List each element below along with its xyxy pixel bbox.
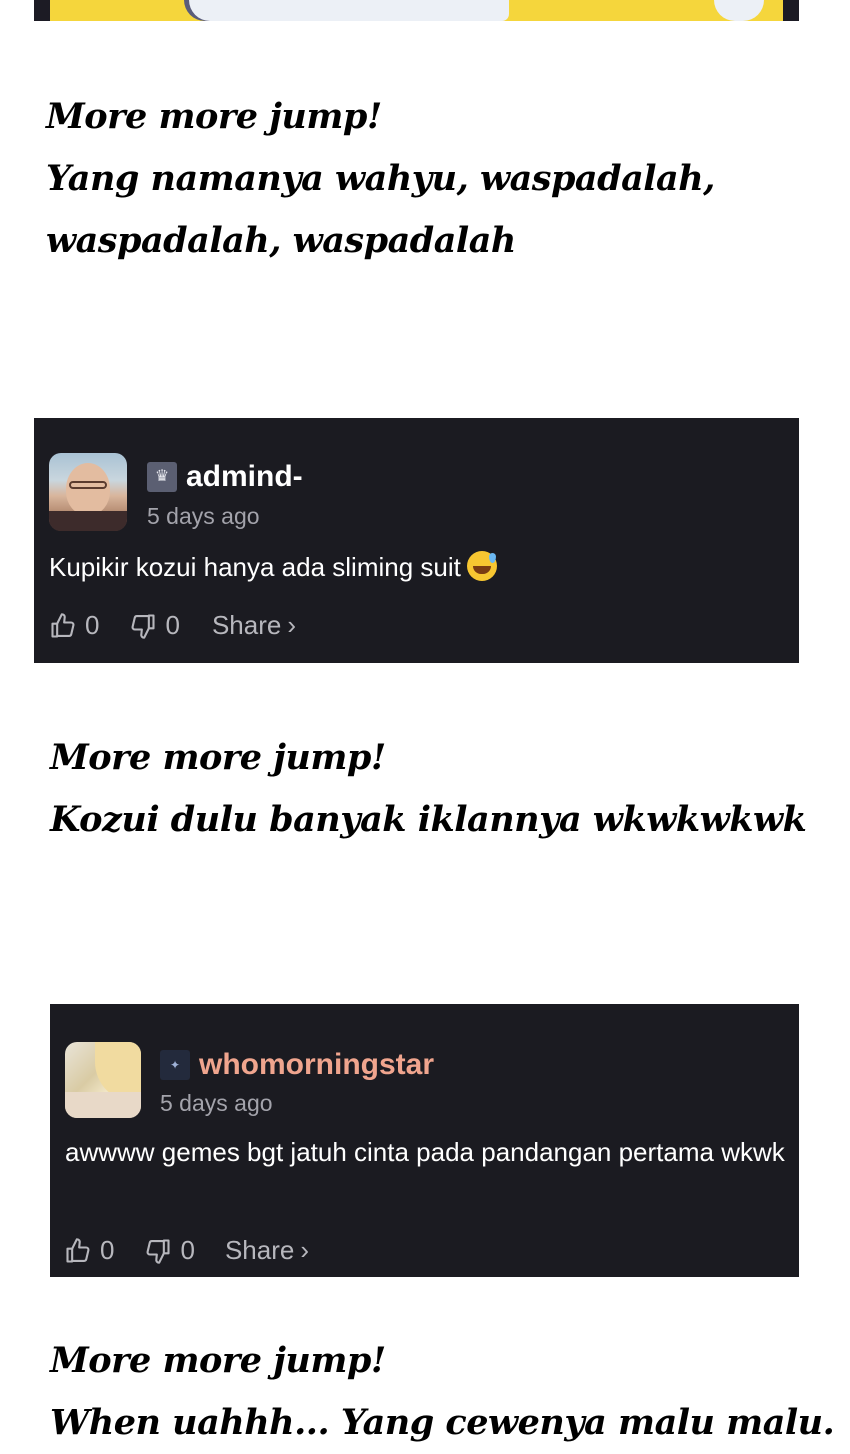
- caption-line: Kozui dulu banyak iklannya wkwkwkwk: [50, 799, 807, 840]
- like-count: 0: [85, 610, 100, 640]
- avatar[interactable]: [65, 1042, 141, 1118]
- like-button[interactable]: 0: [49, 610, 99, 641]
- like-count: 0: [100, 1235, 115, 1265]
- comment-actions: 0 0 Share ›: [49, 610, 296, 641]
- thumbs-down-icon: [146, 1238, 171, 1264]
- dislike-button[interactable]: 0: [129, 610, 180, 641]
- comment-text: awwww gemes bgt jatuh cinta pada pandang…: [65, 1137, 785, 1167]
- comment-card: ♛ admind- 5 days ago Kupikir kozui hanya…: [34, 418, 799, 663]
- chevron-right-icon: ›: [300, 1235, 309, 1265]
- user-badge-icon: ♛: [147, 462, 177, 492]
- comment-card: ✦ whomorningstar 5 days ago awwww gemes …: [50, 1004, 799, 1277]
- caption-line: Yang namanya wahyu, waspadalah,: [46, 158, 715, 199]
- share-button[interactable]: Share ›: [212, 610, 296, 641]
- manga-panel-image: [34, 0, 799, 21]
- timestamp: 5 days ago: [160, 1090, 273, 1116]
- caption-line: More more jump!: [50, 1340, 386, 1381]
- caption-line: More more jump!: [50, 737, 386, 778]
- like-button[interactable]: 0: [64, 1235, 114, 1266]
- comment-text-content: Kupikir kozui hanya ada sliming suit: [49, 552, 461, 582]
- caption-1: More more jump! Yang namanya wahyu, wasp…: [46, 86, 715, 272]
- share-label: Share: [211, 610, 282, 640]
- dislike-count: 0: [180, 1235, 195, 1265]
- thumbs-down-icon: [131, 613, 156, 639]
- caption-3: More more jump! When uahhh... Yang cewen…: [50, 1330, 835, 1454]
- dislike-button[interactable]: 0: [144, 1235, 195, 1266]
- username[interactable]: whomorningstar: [199, 1048, 434, 1082]
- username[interactable]: admind-: [186, 460, 303, 494]
- thumbs-up-icon: [66, 1237, 90, 1263]
- share-label: Share: [224, 1235, 295, 1265]
- caption-line: When uahhh... Yang cewenya malu malu.: [50, 1402, 835, 1443]
- timestamp: 5 days ago: [147, 503, 260, 529]
- comment-actions: 0 0 Share ›: [64, 1235, 309, 1266]
- chevron-right-icon: ›: [287, 610, 296, 640]
- thumbs-up-icon: [51, 612, 75, 638]
- caption-line: waspadalah, waspadalah: [46, 220, 516, 261]
- sweat-smile-emoji: [466, 551, 497, 581]
- caption-line: More more jump!: [46, 96, 382, 137]
- share-button[interactable]: Share ›: [225, 1235, 309, 1266]
- comment-text: Kupikir kozui hanya ada sliming suit: [49, 548, 497, 586]
- user-badge-icon: ✦: [160, 1050, 190, 1080]
- dislike-count: 0: [165, 610, 180, 640]
- avatar[interactable]: [49, 453, 127, 531]
- caption-2: More more jump! Kozui dulu banyak iklann…: [50, 727, 807, 851]
